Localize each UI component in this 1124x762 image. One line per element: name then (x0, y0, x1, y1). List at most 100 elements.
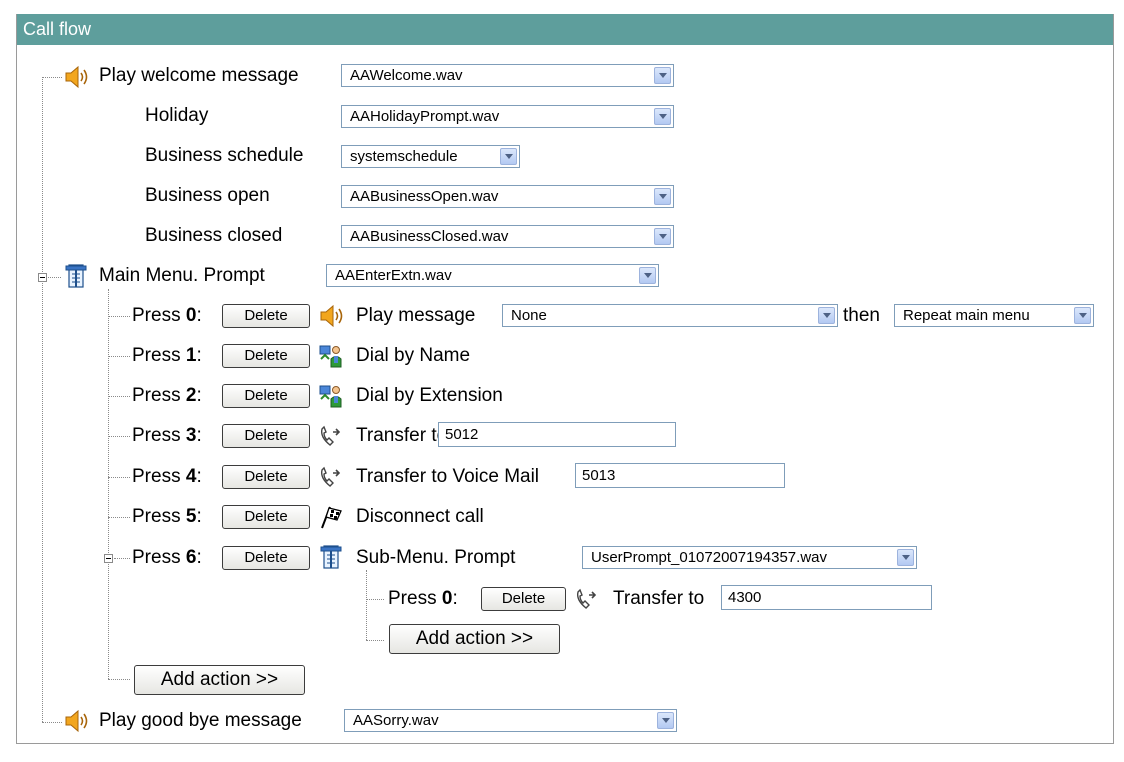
tree-branch-press6 (114, 558, 130, 559)
collapse-submenu-toggle[interactable] (104, 554, 113, 563)
sub-transfer-extension-input[interactable]: 4300 (721, 585, 932, 610)
welcome-prompt-select[interactable]: AAWelcome.wav (341, 64, 674, 87)
press-colon: : (196, 425, 202, 446)
tree-line-main-menu (108, 289, 109, 679)
chevron-down-icon[interactable] (654, 67, 671, 84)
sub-transfer-to-label: Transfer to (613, 588, 705, 609)
tree-branch-press4 (108, 477, 130, 478)
main-menu-prompt-value: AAEnterExtn.wav (335, 267, 452, 284)
sub-menu-prompt-select[interactable]: UserPrompt_01072007194357.wav (582, 546, 917, 569)
goodbye-prompt-value: AASorry.wav (353, 712, 439, 729)
sub-menu-add-action-button[interactable]: Add action >> (389, 624, 560, 654)
holiday-prompt-value: AAHolidayPrompt.wav (350, 108, 500, 125)
business-closed-value: AABusinessClosed.wav (350, 228, 509, 245)
play-message-label: Play message (356, 305, 476, 326)
chevron-down-icon[interactable] (897, 549, 914, 566)
tree-branch-add-action (108, 679, 130, 680)
welcome-prompt-value: AAWelcome.wav (350, 67, 463, 84)
press-5-label: Press 5: (132, 505, 202, 529)
phone-transfer-icon (574, 586, 600, 612)
press-text: Press (132, 506, 186, 527)
chevron-down-icon[interactable] (500, 148, 517, 165)
holiday-label: Holiday (145, 105, 209, 126)
business-open-select[interactable]: AABusinessOpen.wav (341, 185, 674, 208)
business-closed-label: Business closed (145, 225, 283, 246)
play-message-select[interactable]: None (502, 304, 838, 327)
then-label: then (843, 305, 880, 326)
tree-branch-sub-add-action (366, 640, 384, 641)
collapse-main-menu-toggle[interactable] (38, 273, 47, 282)
goodbye-prompt-select[interactable]: AASorry.wav (344, 709, 677, 732)
chevron-down-icon[interactable] (654, 108, 671, 125)
press-colon: : (196, 506, 202, 527)
panel-title: Call flow (17, 14, 1113, 45)
press-0-label: Press 0: (132, 304, 202, 328)
delete-button[interactable]: Delete (222, 424, 310, 448)
delete-button[interactable]: Delete (222, 384, 310, 408)
menu-icon (318, 544, 344, 570)
directory-icon (318, 383, 344, 409)
tree-branch-sub-press0 (366, 599, 384, 600)
dial-by-name-label: Dial by Name (356, 345, 471, 366)
chevron-down-icon[interactable] (639, 267, 656, 284)
tree-branch-main-menu (48, 277, 61, 278)
tree-branch-press1 (108, 356, 130, 357)
delete-button[interactable]: Delete (222, 546, 310, 570)
business-open-label: Business open (145, 185, 270, 206)
delete-button[interactable]: Delete (222, 465, 310, 489)
press-text: Press (132, 547, 186, 568)
holiday-prompt-select[interactable]: AAHolidayPrompt.wav (341, 105, 674, 128)
press-colon: : (196, 547, 202, 568)
business-closed-select[interactable]: AABusinessClosed.wav (341, 225, 674, 248)
chevron-down-icon[interactable] (654, 228, 671, 245)
press-key: 3 (185, 425, 197, 446)
phone-transfer-icon (318, 464, 344, 490)
sub-press-0-label: Press 0: (388, 587, 458, 611)
press-1-label: Press 1: (132, 344, 202, 368)
delete-button[interactable]: Delete (481, 587, 566, 611)
transfer-extension-input[interactable]: 5012 (438, 422, 676, 447)
voicemail-extension-input[interactable]: 5013 (575, 463, 785, 488)
chevron-down-icon[interactable] (818, 307, 835, 324)
tree-branch-goodbye (42, 722, 62, 723)
business-schedule-select[interactable]: systemschedule (341, 145, 520, 168)
play-message-value: None (511, 307, 547, 324)
press-text: Press (388, 588, 442, 609)
main-menu-add-action-button[interactable]: Add action >> (134, 665, 305, 695)
chevron-down-icon[interactable] (1074, 307, 1091, 324)
sub-menu-label: Sub-Menu. Prompt (356, 547, 516, 568)
tree-branch-welcome (42, 77, 62, 78)
press-2-label: Press 2: (132, 384, 202, 408)
sub-menu-prompt-value: UserPrompt_01072007194357.wav (591, 549, 827, 566)
menu-icon (63, 263, 89, 289)
transfer-to-label: Transfer to (356, 425, 448, 446)
press-6-label: Press 6: (132, 546, 202, 570)
press-key: 5 (185, 506, 197, 527)
phone-transfer-icon (318, 423, 344, 449)
tree-branch-press2 (108, 396, 130, 397)
then-action-select[interactable]: Repeat main menu (894, 304, 1094, 327)
then-action-value: Repeat main menu (903, 307, 1030, 324)
press-text: Press (132, 385, 186, 406)
call-flow-panel: Call flow Play welcome message AAWelcome… (16, 14, 1114, 744)
press-key: 6 (185, 547, 197, 568)
main-menu-prompt-select[interactable]: AAEnterExtn.wav (326, 264, 659, 287)
speaker-icon (318, 303, 344, 329)
transfer-to-voicemail-label: Transfer to Voice Mail (356, 466, 540, 487)
business-schedule-value: systemschedule (350, 148, 458, 165)
tree-line-root (42, 77, 43, 722)
delete-button[interactable]: Delete (222, 304, 310, 328)
delete-button[interactable]: Delete (222, 344, 310, 368)
press-key: 4 (185, 466, 197, 487)
speaker-icon (63, 64, 89, 90)
press-text: Press (132, 345, 186, 366)
tree-line-submenu (366, 570, 367, 640)
goodbye-label: Play good bye message (99, 710, 302, 731)
press-key: 0 (441, 588, 453, 609)
press-colon: : (196, 305, 202, 326)
business-open-value: AABusinessOpen.wav (350, 188, 499, 205)
chevron-down-icon[interactable] (654, 188, 671, 205)
delete-button[interactable]: Delete (222, 505, 310, 529)
press-colon: : (196, 345, 202, 366)
chevron-down-icon[interactable] (657, 712, 674, 729)
